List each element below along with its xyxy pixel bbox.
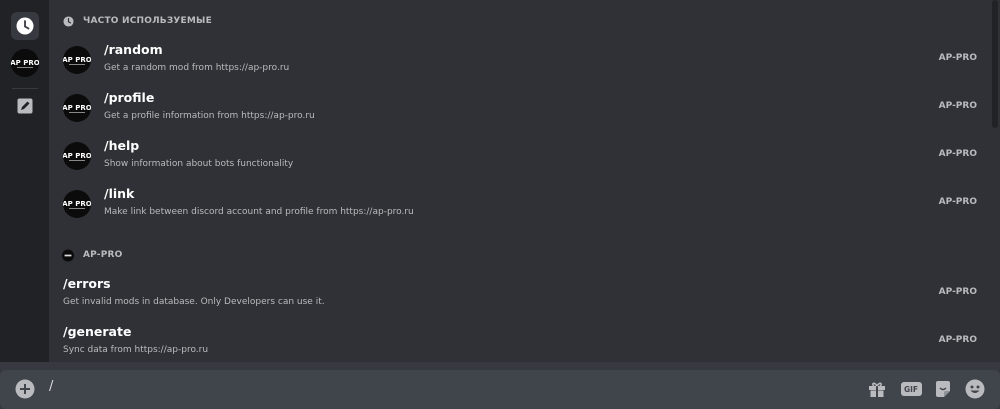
frequently-used-category-button[interactable] xyxy=(11,12,39,40)
rail-separator xyxy=(12,88,38,89)
svg-text:AP PRO: AP PRO xyxy=(63,200,91,208)
command-row[interactable]: AP PRO /link Make link between discord a… xyxy=(49,182,990,230)
command-name: /errors xyxy=(63,276,111,291)
command-source: AP-PRO xyxy=(938,335,977,345)
command-row[interactable]: AP PRO /profile Get a profile informatio… xyxy=(49,86,990,134)
svg-text:AP PRO: AP PRO xyxy=(63,104,91,112)
command-row[interactable]: /generate Sync data from https://ap-pro.… xyxy=(49,320,990,362)
command-name: /help xyxy=(104,138,140,153)
command-description: Get invalid mods in database. Only Devel… xyxy=(63,297,325,307)
ap-pro-avatar: AP PRO xyxy=(63,46,91,74)
message-input[interactable]: / xyxy=(49,379,53,394)
gift-icon xyxy=(869,382,885,397)
svg-text:AP PRO: AP PRO xyxy=(63,56,91,64)
ap-pro-avatar: AP PRO xyxy=(63,142,91,170)
sticker-icon xyxy=(936,381,950,397)
ap-pro-category-button[interactable]: AP PRO xyxy=(11,49,39,77)
gif-icon: GIF xyxy=(900,382,922,396)
command-source: AP-PRO xyxy=(938,53,977,63)
command-name: /generate xyxy=(63,324,132,339)
section-header-frequent: ЧАСТО ИСПОЛЬЗУЕМЫЕ xyxy=(62,13,212,29)
ap-pro-logo: AP PRO xyxy=(11,49,39,77)
clock-icon xyxy=(16,17,34,35)
command-description: Get a profile information from https://a… xyxy=(104,111,315,121)
command-list-scrollbar[interactable] xyxy=(990,0,1000,362)
command-autocomplete-popup: AP PRO ЧАСТО ИСПОЛЬЗУЕМЫЕ AP PRO /random xyxy=(0,0,1000,362)
command-description: Get a random mod from https://ap-pro.ru xyxy=(104,63,290,73)
command-row[interactable]: /errors Get invalid mods in database. On… xyxy=(49,272,990,320)
command-description: Sync data from https://ap-pro.ru xyxy=(63,345,209,355)
edit-icon xyxy=(17,98,33,114)
gift-button[interactable] xyxy=(866,378,888,400)
command-name: /random xyxy=(104,42,163,57)
command-row[interactable]: AP PRO /random Get a random mod from htt… xyxy=(49,38,990,86)
command-name: /profile xyxy=(104,90,155,105)
command-source: AP-PRO xyxy=(938,149,977,159)
custom-commands-category-button[interactable] xyxy=(11,92,39,120)
section-header-ap-pro: AP-PRO xyxy=(62,247,123,263)
section-title: ЧАСТО ИСПОЛЬЗУЕМЫЕ xyxy=(83,16,212,26)
ap-pro-logo xyxy=(62,249,74,261)
command-source: AP-PRO xyxy=(938,101,977,111)
message-input-bar: / GIF xyxy=(0,370,1000,409)
emoji-icon xyxy=(965,379,985,399)
command-row[interactable]: AP PRO /help Show information about bots… xyxy=(49,134,990,182)
command-list: ЧАСТО ИСПОЛЬЗУЕМЫЕ AP PRO /random Get a … xyxy=(49,0,990,362)
sticker-button[interactable] xyxy=(932,378,954,400)
ap-pro-avatar: AP PRO xyxy=(63,190,91,218)
add-attachment-button[interactable] xyxy=(14,378,36,400)
emoji-button[interactable] xyxy=(964,378,986,400)
ap-pro-avatar: AP PRO xyxy=(63,94,91,122)
command-description: Make link between discord account and pr… xyxy=(104,207,414,217)
command-source: AP-PRO xyxy=(938,287,977,297)
section-title: AP-PRO xyxy=(83,250,123,260)
add-icon xyxy=(15,379,35,399)
scrollbar-thumb[interactable] xyxy=(992,0,998,128)
svg-text:AP PRO: AP PRO xyxy=(11,59,39,67)
command-category-rail: AP PRO xyxy=(0,0,49,362)
command-description: Show information about bots functionalit… xyxy=(104,159,294,169)
gif-button[interactable]: GIF xyxy=(900,378,922,400)
command-source: AP-PRO xyxy=(938,197,977,207)
clock-icon xyxy=(62,15,74,27)
command-name: /link xyxy=(104,186,135,201)
svg-text:AP PRO: AP PRO xyxy=(63,152,91,160)
